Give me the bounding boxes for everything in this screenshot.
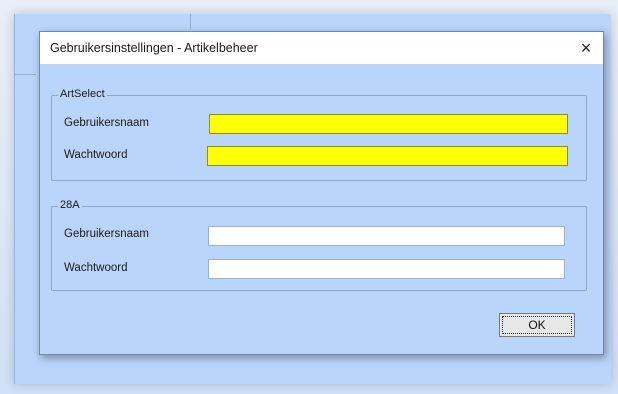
- artselect-group-label: ArtSelect: [58, 88, 107, 100]
- 28a-group-label: 28A: [58, 199, 82, 211]
- 28a-group: 28A Gebruikersnaam Wachtwoord: [51, 199, 587, 291]
- background-divider: [190, 14, 191, 30]
- 28a-password-field[interactable]: [208, 259, 565, 279]
- ok-button[interactable]: OK: [499, 313, 575, 337]
- artselect-username-field[interactable]: [209, 114, 568, 134]
- background-divider: [14, 74, 36, 75]
- artselect-username-label: Gebruikersnaam: [64, 117, 150, 129]
- artselect-password-field[interactable]: [207, 146, 568, 166]
- close-button[interactable]: ×: [569, 32, 603, 64]
- 28a-username-label: Gebruikersnaam: [64, 228, 150, 240]
- settings-dialog: Gebruikersinstellingen - Artikelbeheer ×…: [39, 31, 604, 355]
- artselect-group: ArtSelect Gebruikersnaam Wachtwoord: [51, 88, 587, 181]
- dialog-titlebar[interactable]: Gebruikersinstellingen - Artikelbeheer ×: [40, 32, 603, 64]
- 28a-password-label: Wachtwoord: [64, 262, 128, 274]
- artselect-password-label: Wachtwoord: [64, 149, 128, 161]
- dialog-title: Gebruikersinstellingen - Artikelbeheer: [50, 41, 258, 55]
- 28a-username-field[interactable]: [208, 226, 565, 246]
- close-icon: ×: [580, 37, 592, 58]
